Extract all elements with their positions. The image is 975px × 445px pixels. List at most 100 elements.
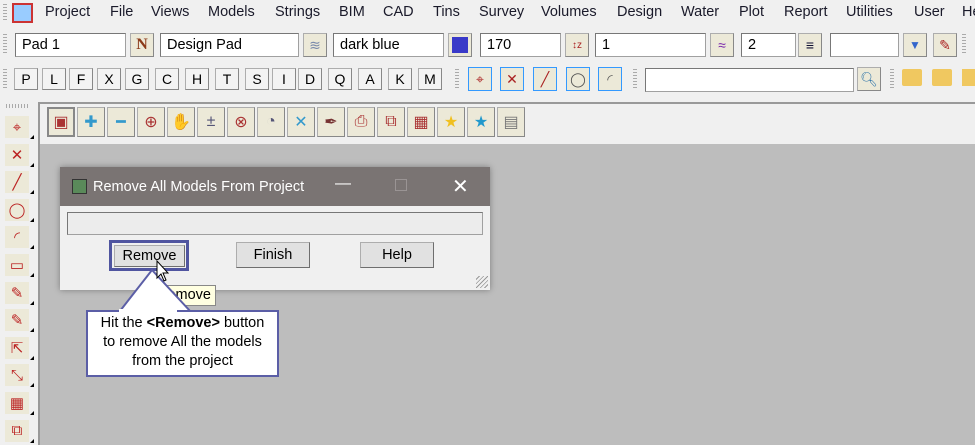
dimension-tool-icon[interactable]: ⤡	[5, 364, 34, 388]
colour-swatch-button[interactable]	[448, 33, 472, 57]
model-input[interactable]: Design Pad	[160, 33, 299, 57]
view-add-tool-icon[interactable]: ⧉	[5, 419, 34, 443]
arc-tool-icon[interactable]: ◜	[5, 226, 34, 250]
filter-button-x[interactable]: X	[97, 68, 121, 90]
toolbar-grip[interactable]	[633, 69, 637, 89]
menu-utilities[interactable]: Utilities	[846, 4, 893, 20]
point-icon[interactable]: ⌖	[468, 67, 492, 91]
zoom-plusminus-icon[interactable]: ±	[197, 107, 225, 137]
menu-views[interactable]: Views	[151, 4, 189, 20]
filter-button-f[interactable]: F	[69, 68, 93, 90]
filter-button-m[interactable]: M	[418, 68, 442, 90]
menu-help[interactable]: He	[962, 4, 975, 20]
zoom-in-icon[interactable]: ✚	[77, 107, 105, 137]
linestyle-icon[interactable]: ≈	[710, 33, 734, 57]
style-input[interactable]: 1	[595, 33, 706, 57]
zoom-previous-icon[interactable]: ◔	[257, 107, 285, 137]
menu-cad[interactable]: CAD	[383, 4, 414, 20]
layers-icon[interactable]: ≋	[303, 33, 327, 57]
intersect-tool-icon[interactable]: ✕	[5, 143, 34, 167]
menu-file[interactable]: File	[110, 4, 133, 20]
table-icon[interactable]: ▦	[407, 107, 435, 137]
filter-button-g[interactable]: G	[125, 68, 149, 90]
zoom-center-icon[interactable]: ⊕	[137, 107, 165, 137]
dropdown-chevron-icon[interactable]: ▼	[903, 33, 927, 57]
menu-strings[interactable]: Strings	[275, 4, 320, 20]
text-tool-icon[interactable]: ✎	[5, 281, 34, 305]
naming-n-icon[interactable]: N	[130, 33, 154, 57]
minimize-icon[interactable]: —	[335, 175, 351, 193]
windows-icon[interactable]: ⧉	[377, 107, 405, 137]
point-tool-icon[interactable]: ⌖	[5, 116, 34, 139]
pan-icon[interactable]: ✋	[167, 107, 195, 137]
toolbar-grip[interactable]	[3, 4, 7, 22]
symbol-tool-icon[interactable]: ✎	[5, 309, 34, 333]
line-tool-icon[interactable]: ╱	[5, 171, 34, 195]
app-logo-icon[interactable]	[12, 3, 33, 23]
menu-water[interactable]: Water	[681, 4, 719, 20]
zoom-extents-icon[interactable]: ⊗	[227, 107, 255, 137]
toolbar-grip[interactable]	[962, 34, 966, 54]
toolbar-grip[interactable]	[455, 69, 459, 89]
remove-button[interactable]: Remove	[114, 245, 185, 267]
filter-button-d[interactable]: D	[298, 68, 322, 90]
menu-volumes[interactable]: Volumes	[541, 4, 597, 20]
line-icon[interactable]: ╱	[533, 67, 557, 91]
circle-tool-icon[interactable]: ◯	[5, 198, 34, 222]
filter-button-q[interactable]: Q	[328, 68, 352, 90]
print-icon[interactable]: ⎙	[347, 107, 375, 137]
help-button[interactable]: Help	[360, 242, 434, 268]
star-blue-icon[interactable]: ★	[467, 107, 495, 137]
move-tool-icon[interactable]: ⇱	[5, 336, 34, 360]
folder-icon[interactable]	[902, 69, 922, 86]
cross-hair-icon[interactable]: ✕	[287, 107, 315, 137]
intersect-icon[interactable]: ✕	[500, 67, 524, 91]
filter-button-c[interactable]: C	[155, 68, 179, 90]
folder-models-icon[interactable]	[932, 69, 952, 86]
search-icon[interactable]: 🔍︎	[857, 67, 881, 91]
filter-button-i[interactable]: I	[272, 68, 296, 90]
toolbar-grip[interactable]	[3, 69, 7, 89]
menu-project[interactable]: Project	[45, 4, 90, 20]
menu-tins[interactable]: Tins	[433, 4, 460, 20]
dialog-title-bar[interactable]: Remove All Models From Project — ✕	[60, 167, 490, 206]
search-input[interactable]	[645, 68, 854, 92]
circle-icon[interactable]: ◯	[566, 67, 590, 91]
menu-design[interactable]: Design	[617, 4, 662, 20]
resize-grip-icon[interactable]	[476, 276, 488, 288]
filter-button-t[interactable]: T	[215, 68, 239, 90]
menu-plot[interactable]: Plot	[739, 4, 764, 20]
table-tool-icon[interactable]: ▦	[5, 392, 34, 415]
view-fit-icon[interactable]: ▣	[47, 107, 75, 137]
star-yellow-icon[interactable]: ★	[437, 107, 465, 137]
eyedropper-icon[interactable]: ✎	[933, 33, 957, 57]
layout-icon[interactable]: ▤	[497, 107, 525, 137]
height-z-icon[interactable]: ↕z	[565, 33, 589, 57]
menu-bim[interactable]: BIM	[339, 4, 365, 20]
toolbar-grip[interactable]	[3, 34, 7, 54]
filter-button-h[interactable]: H	[185, 68, 209, 90]
filter-button-p[interactable]: P	[14, 68, 38, 90]
filter-button-k[interactable]: K	[388, 68, 412, 90]
weight-input[interactable]: 2	[741, 33, 796, 57]
pick-icon[interactable]: ✒	[317, 107, 345, 137]
zoom-out-icon[interactable]: ━	[107, 107, 135, 137]
extra-input[interactable]	[830, 33, 899, 57]
menu-survey[interactable]: Survey	[479, 4, 524, 20]
height-input[interactable]: 170	[480, 33, 561, 57]
close-icon[interactable]: ✕	[452, 174, 469, 199]
string-name-input[interactable]: Pad 1	[15, 33, 126, 57]
arc-icon[interactable]: ◜	[598, 67, 622, 91]
folder-icon[interactable]	[962, 69, 975, 86]
menu-models[interactable]: Models	[208, 4, 255, 20]
rectangle-tool-icon[interactable]: ▭	[5, 254, 34, 277]
filter-button-s[interactable]: S	[245, 68, 269, 90]
toolbar-grip[interactable]	[6, 104, 28, 108]
menu-report[interactable]: Report	[784, 4, 828, 20]
filter-button-a[interactable]: A	[358, 68, 382, 90]
menu-user[interactable]: User	[914, 4, 945, 20]
filter-button-l[interactable]: L	[42, 68, 66, 90]
colour-input[interactable]: dark blue	[333, 33, 444, 57]
lineweight-icon[interactable]: ≡	[798, 33, 822, 57]
toolbar-grip[interactable]	[890, 69, 894, 89]
